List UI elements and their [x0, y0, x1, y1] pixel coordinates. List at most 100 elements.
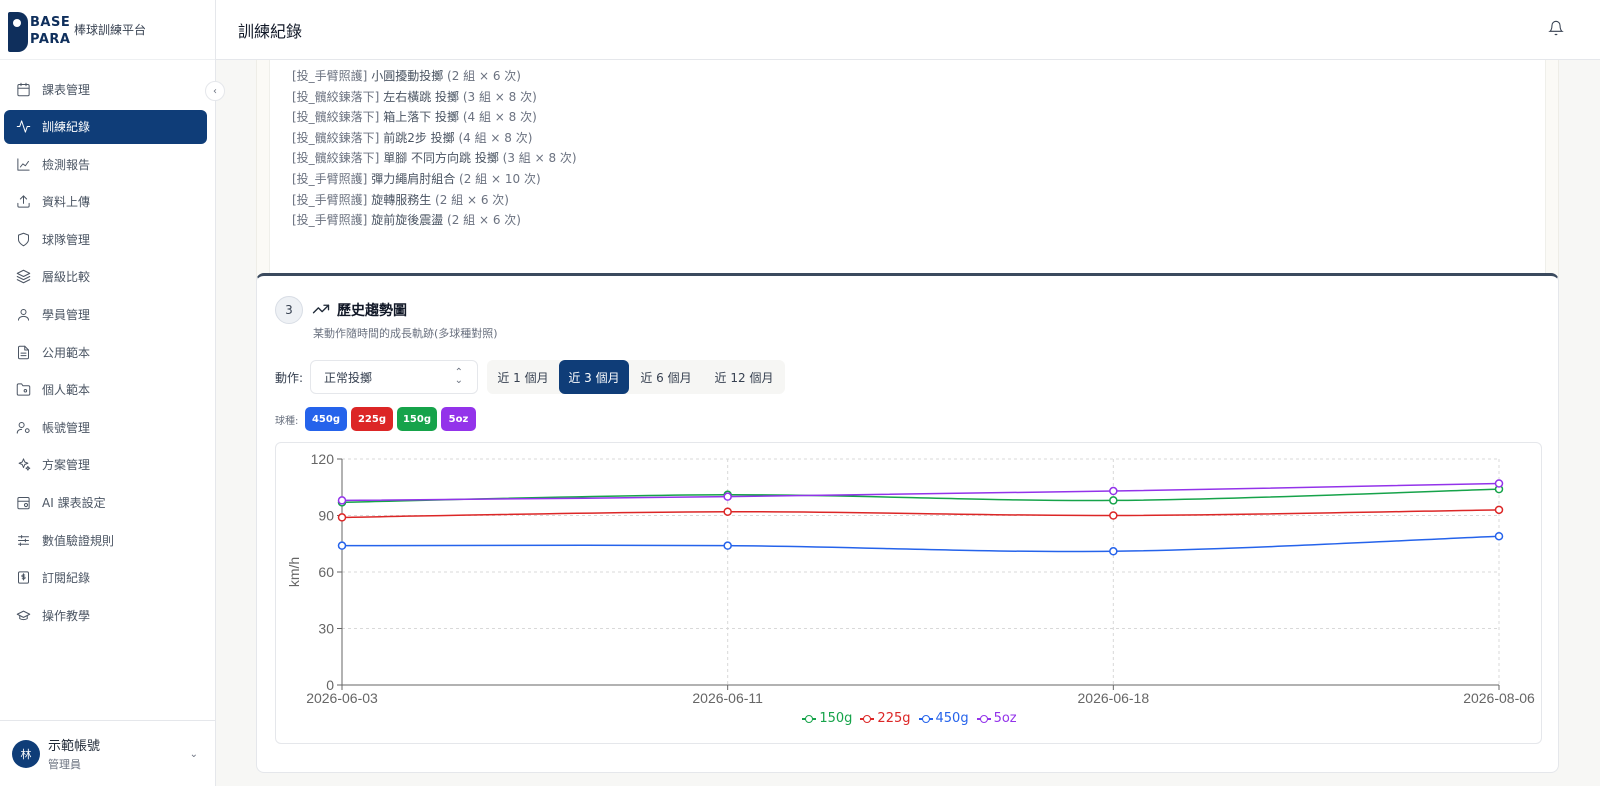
ball-badge-225g[interactable]: 225g [351, 407, 393, 431]
main-content: [投_手臂照護] 小圓擾動投擲 (2 組 × 6 次) [投_髖絞鍊落下] 左右橫… [216, 60, 1600, 786]
legend-item[interactable]: 225g [860, 711, 911, 726]
exercise-name: 左右橫跳 投擲 [383, 89, 460, 104]
data-point-225g [1494, 505, 1504, 515]
action-select-value: 正常投擲 [324, 370, 373, 385]
sidebar-item-label: 公用範本 [42, 345, 91, 360]
exercise-tag: [投_手臂照護] [292, 171, 368, 186]
data-point-5oz [337, 496, 347, 505]
action-select[interactable]: 正常投擲 ⌃ ⌄ [310, 360, 478, 394]
exercise-count: (2 組 × 10 次) [459, 171, 541, 186]
user-info: 示範帳號 管理員 [48, 735, 100, 772]
exercise-item: [投_髖絞鍊落下] 前跳2步 投擲 (4 組 × 8 次) [292, 128, 1545, 149]
sidebar-item-label: 課表管理 [42, 82, 91, 97]
user-icon [14, 306, 32, 324]
sidebar-item-14[interactable]: 訂閱紀錄 [4, 561, 207, 595]
folder-icon [14, 381, 32, 399]
y-tick-label: 30 [318, 621, 334, 637]
receipt-icon [14, 569, 32, 587]
sidebar-item-11[interactable]: 方案管理 [4, 448, 207, 482]
top-header: 訓練紀錄 [216, 0, 1600, 60]
exercise-name: 彈力繩肩肘組合 [371, 171, 456, 186]
exercise-count: (4 組 × 8 次) [462, 110, 537, 125]
ball-badge-450g[interactable]: 450g [305, 407, 347, 431]
exercise-tag: [投_手臂照護] [292, 69, 368, 83]
y-tick-label: 120 [311, 451, 335, 467]
range-button-4[interactable]: 近 12 個月 [703, 360, 785, 394]
exercise-count: (4 組 × 8 次) [458, 130, 533, 145]
sidebar-item-3[interactable]: 檢測報告 [4, 147, 207, 181]
page-title: 訓練紀錄 [238, 21, 303, 41]
step-badge: 3 [275, 296, 303, 324]
exercise-name: 單腳 不同方向跳 投擲 [383, 151, 499, 166]
legend-label: 5oz [993, 711, 1017, 726]
y-axis-label: km/h [286, 557, 302, 587]
sidebar-item-label: 資料上傳 [42, 195, 91, 210]
ball-badge-5oz[interactable]: 5oz [441, 407, 476, 431]
history-trend-card: 3 歷史趨勢圖 某動作隨時間的成長軌跡(多球種對照) 動作: 正常投擲 ⌃ ⌄ 近… [256, 273, 1559, 773]
sidebar-item-7[interactable]: 學員管理 [4, 298, 207, 332]
sidebar-item-4[interactable]: 資料上傳 [4, 185, 207, 219]
sidebar-item-6[interactable]: 層級比較 [4, 260, 207, 294]
section-subtitle: 某動作隨時間的成長軌跡(多球種對照) [313, 327, 498, 340]
trend-chart-svg: 03060901202026-06-03 2026-06-11 2026-06-18… [286, 451, 1535, 706]
exercise-tag: [投_髖絞鍊落下] [292, 89, 380, 104]
legend-item[interactable]: 450g [918, 711, 969, 726]
legend-marker-icon [860, 714, 875, 723]
user-profile[interactable]: 林 示範帳號 管理員 ⌄ [0, 720, 216, 786]
sidebar-item-label: 球隊管理 [42, 232, 91, 247]
chevrons-up-down-icon[interactable]: ⌄ [190, 749, 198, 760]
ball-type-label: 球種: [275, 416, 299, 427]
legend-item[interactable]: 5oz [976, 711, 1017, 726]
sidebar-item-label: 訓練紀錄 [42, 120, 91, 135]
data-point-225g [337, 513, 347, 522]
bell-icon[interactable] [1548, 20, 1566, 38]
file-text-icon [14, 343, 32, 361]
sidebar-item-9[interactable]: 個人範本 [4, 373, 207, 407]
exercise-name: 箱上落下 投擲 [383, 110, 460, 125]
sidebar-collapse-button[interactable]: ‹ [205, 81, 225, 101]
logo-mark [8, 11, 28, 52]
sidebar-item-2[interactable]: 訓練紀錄 [4, 109, 207, 144]
calendar-cog-icon [14, 494, 32, 512]
data-point-450g [1494, 531, 1504, 541]
x-tick-label: 2026-06-03 [306, 690, 378, 706]
range-button-2[interactable]: 近 3 個月 [559, 360, 629, 394]
sidebar-item-label: 層級比較 [42, 270, 91, 285]
sidebar-item-label: 檢測報告 [42, 157, 91, 172]
legend-label: 225g [877, 711, 911, 726]
exercise-count: (2 組 × 6 次) [447, 69, 521, 83]
series-line-450g [341, 535, 1500, 553]
range-toggle-group: 近 1 個月近 3 個月近 6 個月近 12 個月 [487, 360, 785, 394]
ball-badge-150g[interactable]: 150g [397, 407, 437, 431]
exercise-item: [投_手臂照護] 彈力繩肩肘組合 (2 組 × 10 次) [292, 169, 1545, 190]
legend-item[interactable]: 150g [802, 711, 852, 726]
exercise-name: 小圓擾動投擲 [371, 69, 444, 83]
sidebar-item-5[interactable]: 球隊管理 [4, 222, 207, 256]
exercise-count: (2 組 × 6 次) [435, 192, 509, 207]
sidebar-item-label: 個人範本 [42, 383, 91, 398]
activity-icon [14, 118, 32, 136]
sidebar-item-8[interactable]: 公用範本 [4, 335, 207, 369]
action-label: 動作: [275, 371, 304, 385]
sidebar-item-13[interactable]: 數值驗證規則 [4, 523, 207, 557]
range-button-1[interactable]: 近 1 個月 [487, 360, 559, 394]
sidebar-item-15[interactable]: 操作教學 [4, 598, 207, 632]
exercise-item: [投_手臂照護] 旋轉服務生 (2 組 × 6 次) [292, 190, 1545, 211]
range-button-3[interactable]: 近 6 個月 [629, 360, 703, 394]
brand[interactable]: BASE PARA 棒球訓練平台 [0, 0, 215, 60]
y-tick-label: 60 [318, 564, 334, 580]
sidebar-item-12[interactable]: AI 課表設定 [4, 486, 207, 520]
exercise-item: [投_髖絞鍊落下] 左右橫跳 投擲 (3 組 × 8 次) [292, 87, 1545, 108]
sliders-icon [14, 531, 32, 549]
data-point-450g [1109, 547, 1118, 556]
sidebar-item-label: 數值驗證規則 [42, 533, 115, 548]
sidebar-nav: 課表管理訓練紀錄檢測報告資料上傳球隊管理層級比較學員管理公用範本個人範本帳號管理… [0, 60, 215, 632]
sidebar-item-1[interactable]: 課表管理 [4, 72, 207, 106]
exercise-tag: [投_手臂照護] [292, 192, 368, 207]
sidebar-item-label: AI 課表設定 [42, 496, 106, 511]
exercise-tag: [投_髖絞鍊落下] [292, 151, 380, 166]
sidebar: BASE PARA 棒球訓練平台 課表管理訓練紀錄檢測報告資料上傳球隊管理層級比… [0, 0, 216, 786]
sidebar-item-10[interactable]: 帳號管理 [4, 410, 207, 444]
exercise-name: 旋前旋後震盪 [371, 213, 444, 228]
brand-name: 棒球訓練平台 [74, 23, 147, 37]
